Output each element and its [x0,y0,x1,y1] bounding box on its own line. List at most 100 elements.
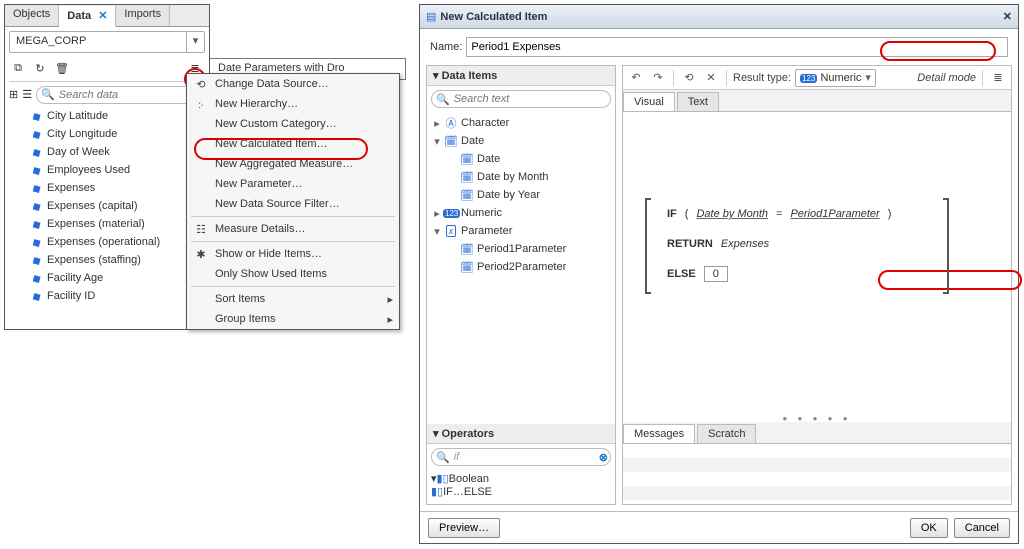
menu-new-calculated-item[interactable]: New Calculated Item… [187,134,399,154]
operand-zero[interactable]: 0 [704,266,728,282]
chevron-down-icon[interactable]: ▾ [186,32,204,52]
operand-date-by-month[interactable]: Date by Month [696,208,768,220]
tree-label: Date [461,135,484,147]
menu-new-hierarchy[interactable]: ჻New Hierarchy… [187,94,399,114]
expression-area[interactable]: IF ( Date by Month = Period1Parameter ) … [623,112,1011,414]
separator [191,241,395,242]
reset-icon[interactable]: ⟲ [680,69,698,87]
tab-row: Objects Data ✕ Imports [5,5,209,27]
tree-item[interactable]: 🗓Date [431,150,611,168]
list-item-label: Day of Week [47,146,110,158]
calendar-icon: 🗓 [459,171,475,184]
tree-node-date[interactable]: ▾🗓Date [431,132,611,150]
refresh-icon[interactable]: ↻ [31,59,49,77]
tree-item[interactable]: 🗓Date by Year [431,186,611,204]
clear-icon[interactable]: ⊗ [599,451,608,464]
tree-item-ifelse[interactable]: ▮▯IF…ELSE [431,485,611,498]
menu-new-parameter[interactable]: New Parameter… [187,174,399,194]
eye-icon: ✱ [193,248,209,261]
measure-icon: ◆ [26,232,45,251]
operand-period1parameter[interactable]: Period1Parameter [790,208,879,220]
menu-new-filter[interactable]: New Data Source Filter… [187,194,399,214]
data-items-header[interactable]: Data Items [427,66,615,86]
tree-item-period2[interactable]: 🗓Period2Parameter [431,258,611,276]
menu-measure-details[interactable]: ☷Measure Details… [187,219,399,239]
ok-button[interactable]: OK [910,518,948,538]
bracket-icon [943,198,949,294]
tab-messages[interactable]: Messages [623,424,695,443]
expand-icon[interactable]: ⊞ [9,86,18,104]
dialog-footer: Preview… OK Cancel [420,511,1018,543]
measure-icon: ◆ [26,178,45,197]
character-icon: Ⓐ [443,115,459,131]
search-input[interactable] [452,450,599,464]
menu-label: Measure Details… [215,223,305,235]
tree-node-boolean[interactable]: ▾▮▯Boolean [431,472,611,485]
menu-show-hide[interactable]: ✱Show or Hide Items… [187,244,399,264]
operators-search[interactable]: 🔍 ⊗ [431,448,611,466]
window-icon: ▤ [426,10,436,23]
tab-imports[interactable]: Imports [116,5,170,26]
expr-line-else: ELSE 0 [667,262,1001,286]
data-items-search[interactable]: 🔍 [431,90,611,108]
result-type-select[interactable]: 123 Numeric ▾ [795,69,876,87]
list-item[interactable]: ◆Employees Used [11,161,203,179]
search-icon: 🔍 [41,88,55,101]
menu-only-used[interactable]: Only Show Used Items [187,264,399,284]
tab-objects[interactable]: Objects [5,5,59,26]
splitter[interactable]: ● ● ● ● ● [623,414,1011,422]
datasource-select[interactable]: MEGA_CORP ▾ [9,31,205,53]
list-item[interactable]: ◆City Latitude [11,107,203,125]
name-input[interactable] [466,37,1008,57]
list-item-label: City Longitude [47,128,117,140]
parameter-icon: x [446,225,457,237]
tree-node-numeric[interactable]: ▸123Numeric [431,204,611,222]
tree-node-parameter[interactable]: ▾xParameter [431,222,611,240]
cancel-button[interactable]: Cancel [954,518,1010,538]
list-item-label: Facility Age [47,272,103,284]
delete-icon[interactable]: 🗑 [53,59,71,77]
tree-node-character[interactable]: ▸ⒶCharacter [431,114,611,132]
close-icon[interactable]: ✕ [1003,10,1012,23]
undo-icon[interactable]: ↶ [627,69,645,87]
search-input[interactable] [57,88,204,102]
operand-expenses[interactable]: Expenses [721,238,769,250]
menu-sort-items[interactable]: Sort Items▸ [187,289,399,309]
list-icon[interactable]: ☰ [22,86,32,104]
list-item[interactable]: ◆Expenses (capital) [11,197,203,215]
measure-icon: ◆ [26,142,45,161]
menu-group-items[interactable]: Group Items▸ [187,309,399,329]
list-item[interactable]: ◆Facility Age [11,269,203,287]
menu-new-category[interactable]: New Custom Category… [187,114,399,134]
kw-if: IF [667,208,677,220]
search-input[interactable] [452,92,606,106]
menu-new-aggregated[interactable]: New Aggregated Measure… [187,154,399,174]
preview-button[interactable]: Preview… [428,518,500,538]
options-icon[interactable]: ≣ [989,69,1007,87]
list-item[interactable]: ◆City Longitude [11,125,203,143]
tab-scratch[interactable]: Scratch [697,424,756,443]
dialog-body: Name: Data Items 🔍 ▸ⒶCharacter ▾🗓Date 🗓D… [420,29,1018,511]
tree-item-period1[interactable]: 🗓Period1Parameter [431,240,611,258]
tree-label: Date by Month [477,171,549,183]
tab-text[interactable]: Text [677,92,719,111]
delete-icon[interactable]: ✕ [702,69,720,87]
add-icon[interactable]: ⧉ [9,59,27,77]
list-item[interactable]: ◆Expenses [11,179,203,197]
operators-header[interactable]: Operators [427,424,615,444]
list-item[interactable]: ◆Facility ID [11,287,203,305]
list-item[interactable]: ◆Day of Week [11,143,203,161]
numeric-icon: 123 [800,74,817,83]
list-item[interactable]: ◆Expenses (material) [11,215,203,233]
menu-label: Change Data Source… [215,78,329,90]
search-data[interactable]: 🔍 [36,86,209,104]
list-item[interactable]: ◆Expenses (staffing) [11,251,203,269]
redo-icon[interactable]: ↷ [649,69,667,87]
tab-data[interactable]: Data ✕ [59,6,116,27]
list-item[interactable]: ◆Expenses (operational) [11,233,203,251]
tab-visual[interactable]: Visual [623,92,675,111]
close-icon[interactable]: ✕ [98,10,107,22]
operators-tree: ▾▮▯Boolean ▮▯IF…ELSE [427,470,615,504]
tree-item[interactable]: 🗓Date by Month [431,168,611,186]
menu-change-datasource[interactable]: ⟲Change Data Source… [187,74,399,94]
